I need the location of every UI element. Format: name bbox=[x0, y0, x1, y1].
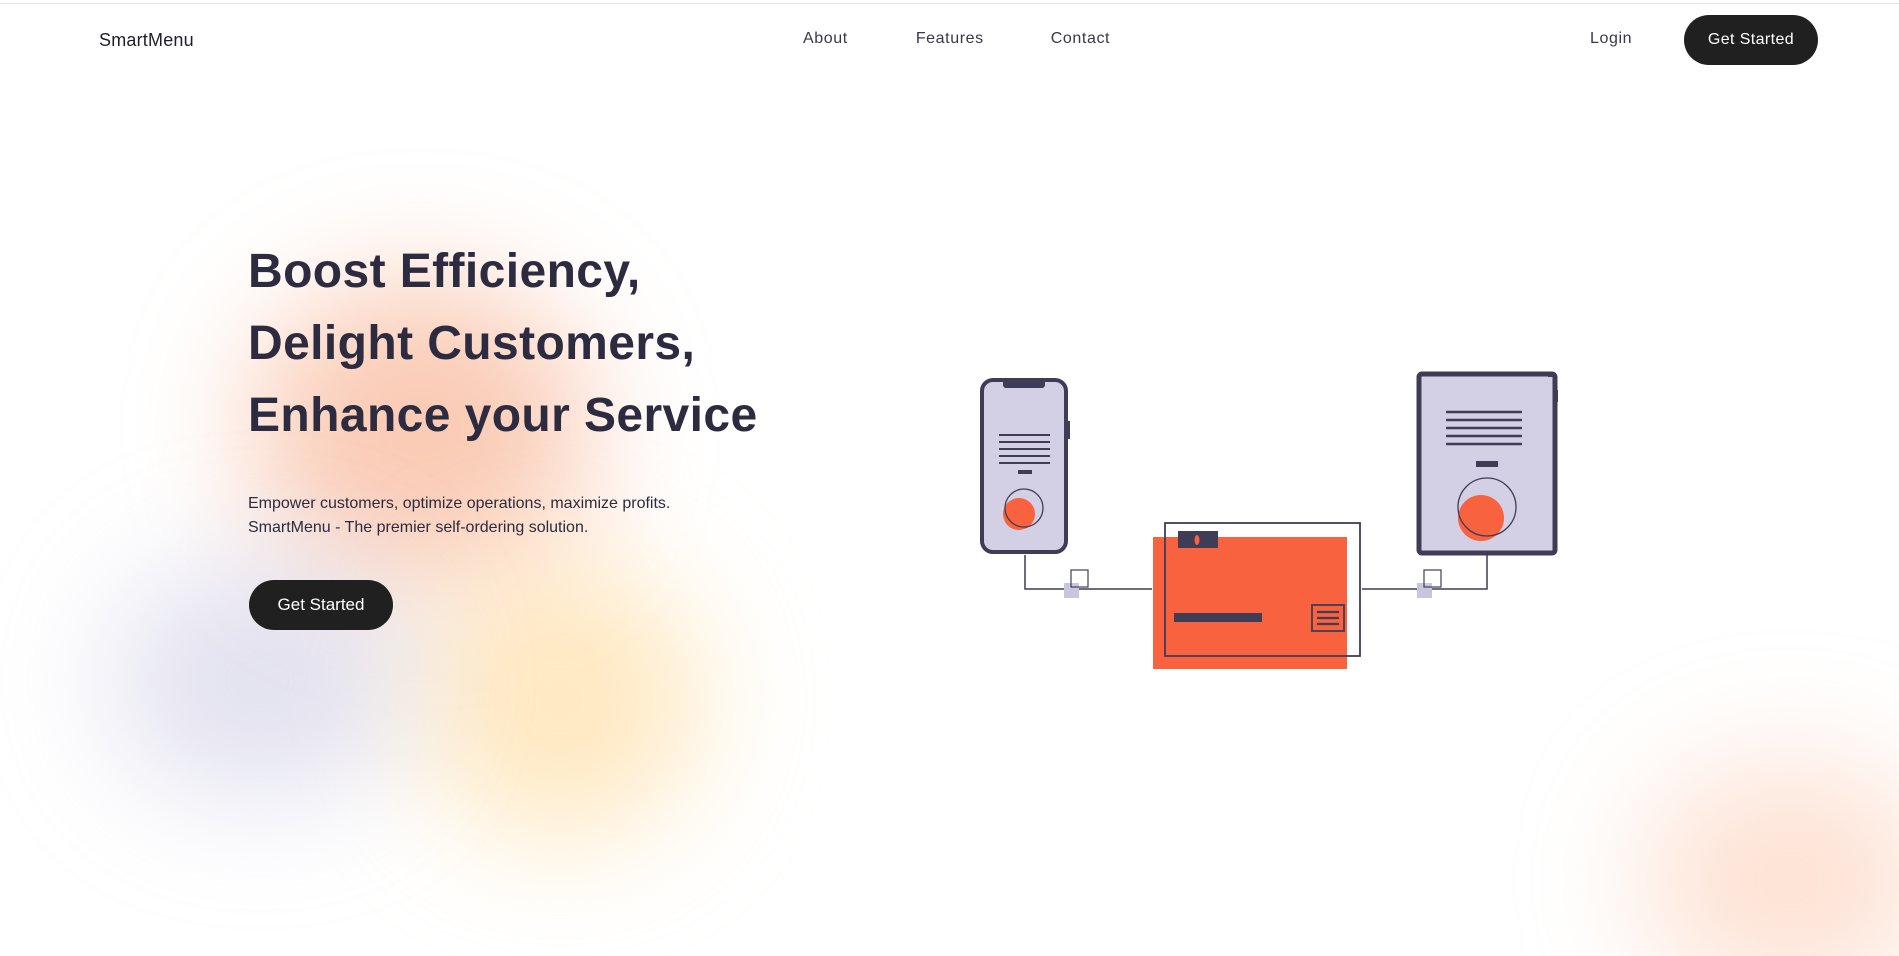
get-started-nav-button[interactable]: Get Started bbox=[1684, 15, 1818, 65]
hero-subtitle-line-2: SmartMenu - The premier self-ordering so… bbox=[248, 519, 589, 536]
get-started-hero-button[interactable]: Get Started bbox=[249, 580, 393, 630]
nav-link-features[interactable]: Features bbox=[916, 30, 984, 48]
phone-icon bbox=[980, 378, 1070, 554]
hero-title: Boost Efficiency, Delight Customers, Enh… bbox=[248, 236, 758, 452]
nav-link-contact[interactable]: Contact bbox=[1051, 30, 1110, 48]
hero-title-line-3: Enhance your Service bbox=[248, 389, 758, 442]
hero-subtitle: Empower customers, optimize operations, … bbox=[248, 492, 670, 540]
background-blob-corner bbox=[1640, 760, 1899, 956]
nav-links: About Features Contact bbox=[803, 30, 1110, 48]
login-link[interactable]: Login bbox=[1590, 30, 1632, 48]
devices-connected-to-terminal-illustration bbox=[980, 371, 1558, 669]
hero-subtitle-line-1: Empower customers, optimize operations, … bbox=[248, 495, 671, 512]
navbar: SmartMenu About Features Contact Login G… bbox=[0, 0, 1899, 80]
payment-terminal-icon bbox=[1153, 522, 1361, 669]
hero-title-line-1: Boost Efficiency, bbox=[248, 245, 641, 298]
nav-link-about[interactable]: About bbox=[803, 30, 848, 48]
logo[interactable]: SmartMenu bbox=[99, 30, 194, 51]
landing-page: SmartMenu About Features Contact Login G… bbox=[0, 0, 1899, 956]
background-blob-yellow bbox=[420, 560, 700, 840]
tablet-icon bbox=[1416, 371, 1558, 556]
hero-title-line-2: Delight Customers, bbox=[248, 317, 696, 370]
